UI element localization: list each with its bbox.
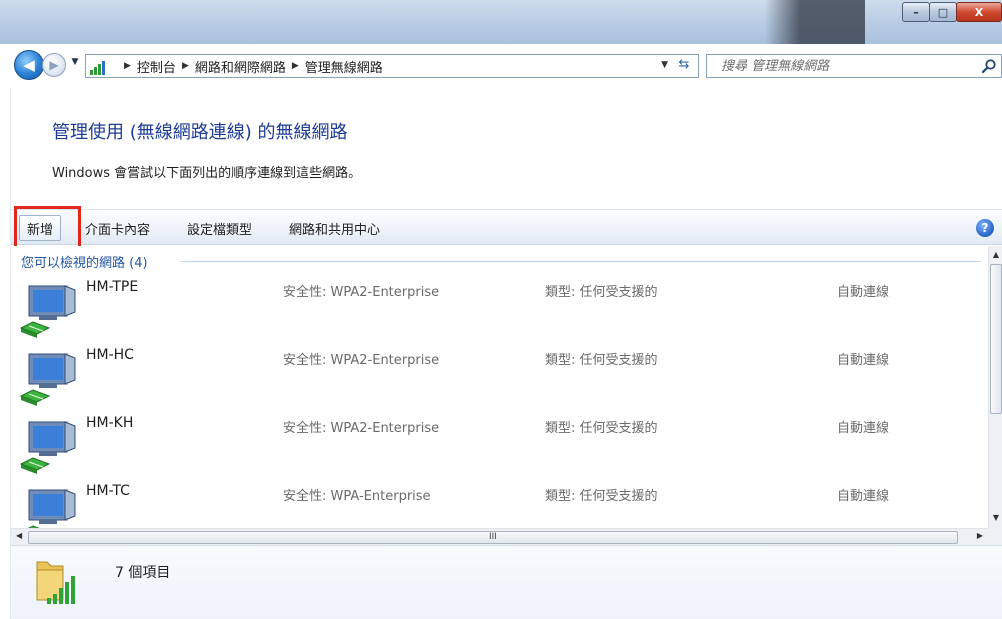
group-header[interactable]: 您可以檢視的網路 (4) xyxy=(21,252,154,271)
breadcrumb-network-internet[interactable]: 網路和網際網路 xyxy=(195,57,286,76)
wireless-network-icon xyxy=(19,285,76,338)
vertical-scroll-thumb[interactable] xyxy=(990,264,1002,414)
scroll-right-icon[interactable]: ▶ xyxy=(977,531,983,540)
address-history-dropdown[interactable]: ▼ xyxy=(661,60,668,70)
network-security: 安全性: WPA2-Enterprise xyxy=(283,285,440,300)
details-pane: 7 個項目 xyxy=(11,545,1002,619)
network-type: 類型: 任何受支援的 xyxy=(545,353,658,368)
network-type: 類型: 任何受支援的 xyxy=(545,285,658,300)
scroll-grip: III xyxy=(489,532,497,542)
list-item[interactable]: HM-HC 安全性: WPA2-Enterprise 類型: 任何受支援的 自動… xyxy=(11,344,988,412)
command-toolbar: 新增 介面卡內容 設定檔類型 網路和共用中心 ? xyxy=(11,209,1002,245)
address-bar[interactable]: ▶ 控制台 ▶ 網路和網際網路 ▶ 管理無線網路 ▼ ⇆ xyxy=(85,54,699,78)
breadcrumb: ▶ 控制台 ▶ 網路和網際網路 ▶ 管理無線網路 xyxy=(118,57,383,76)
network-type: 類型: 任何受支援的 xyxy=(545,421,658,436)
network-connect-mode: 自動連線 xyxy=(837,285,890,300)
network-name: HM-HC xyxy=(86,347,134,363)
scroll-left-icon[interactable]: ◀ xyxy=(16,531,22,540)
search-icon[interactable] xyxy=(981,58,997,74)
network-name: HM-TPE xyxy=(86,279,139,295)
chevron-right-icon[interactable]: ▶ xyxy=(124,61,131,71)
network-connect-mode: 自動連線 xyxy=(837,421,890,436)
maximize-button[interactable]: □ xyxy=(929,2,957,22)
adapter-properties-button[interactable]: 介面卡內容 xyxy=(78,215,157,241)
horizontal-scrollbar[interactable]: ◀ III ▶ xyxy=(11,528,988,545)
recent-pages-dropdown[interactable]: ▼ xyxy=(69,57,81,71)
chevron-right-icon[interactable]: ▶ xyxy=(292,61,299,71)
list-item[interactable]: HM-KH 安全性: WPA2-Enterprise 類型: 任何受支援的 自動… xyxy=(11,412,988,480)
item-count: 7 個項目 xyxy=(115,565,171,581)
control-panel-icon xyxy=(90,57,112,75)
breadcrumb-manage-wireless[interactable]: 管理無線網路 xyxy=(305,57,383,76)
network-name: HM-KH xyxy=(86,415,134,431)
chevron-right-icon[interactable]: ▶ xyxy=(182,61,189,71)
forward-arrow-icon: ▶ xyxy=(49,58,59,72)
refresh-icon[interactable]: ⇆ xyxy=(674,57,694,75)
profile-types-button[interactable]: 設定檔類型 xyxy=(180,215,259,241)
network-connect-mode: 自動連線 xyxy=(837,489,890,504)
wireless-network-icon xyxy=(19,421,76,474)
network-sharing-center-button[interactable]: 網路和共用中心 xyxy=(282,215,387,241)
forward-button[interactable]: ▶ xyxy=(42,53,66,77)
search-input[interactable] xyxy=(707,58,967,74)
search-box[interactable] xyxy=(706,54,1002,78)
network-security: 安全性: WPA2-Enterprise xyxy=(283,421,440,436)
list-item[interactable]: HM-TC 安全性: WPA-Enterprise 類型: 任何受支援的 自動連… xyxy=(11,480,988,528)
wireless-network-icon xyxy=(19,353,76,406)
network-security: 安全性: WPA2-Enterprise xyxy=(283,353,440,368)
minimize-button[interactable]: – xyxy=(902,2,930,22)
navigation-pane-edge xyxy=(0,88,11,619)
window-controls: – □ X xyxy=(902,0,1002,28)
network-type: 類型: 任何受支援的 xyxy=(545,489,658,504)
back-arrow-icon: ◀ xyxy=(23,56,35,74)
wireless-folder-icon xyxy=(36,561,75,604)
network-connect-mode: 自動連線 xyxy=(837,353,890,368)
breadcrumb-control-panel[interactable]: 控制台 xyxy=(137,57,176,76)
title-bar: – □ X xyxy=(0,0,1002,44)
vertical-scrollbar[interactable]: ▲ ▼ xyxy=(988,246,1002,528)
help-icon[interactable]: ? xyxy=(976,219,994,237)
close-button[interactable]: X xyxy=(956,2,1002,22)
add-button[interactable]: 新增 xyxy=(19,215,62,241)
network-list: 您可以檢視的網路 (4) HM-TPE 安全性: WPA2-Enterprise… xyxy=(11,246,988,528)
scroll-up-icon[interactable]: ▲ xyxy=(991,250,1001,259)
network-security: 安全性: WPA-Enterprise xyxy=(283,489,431,504)
title-bar-shade xyxy=(765,0,865,44)
back-button[interactable]: ◀ xyxy=(14,50,44,80)
scrollbar-corner xyxy=(988,528,1002,545)
wireless-network-icon xyxy=(27,489,76,528)
list-item[interactable]: HM-TPE 安全性: WPA2-Enterprise 類型: 任何受支援的 自… xyxy=(11,276,988,344)
group-divider xyxy=(181,261,981,262)
page-title: 管理使用 (無線網路連線) 的無線網路 xyxy=(52,122,348,143)
scroll-down-icon[interactable]: ▼ xyxy=(991,513,1001,522)
network-name: HM-TC xyxy=(86,483,130,499)
horizontal-scroll-thumb[interactable]: III xyxy=(28,531,958,544)
page-description: Windows 會嘗試以下面列出的順序連線到這些網路。 xyxy=(52,166,362,181)
